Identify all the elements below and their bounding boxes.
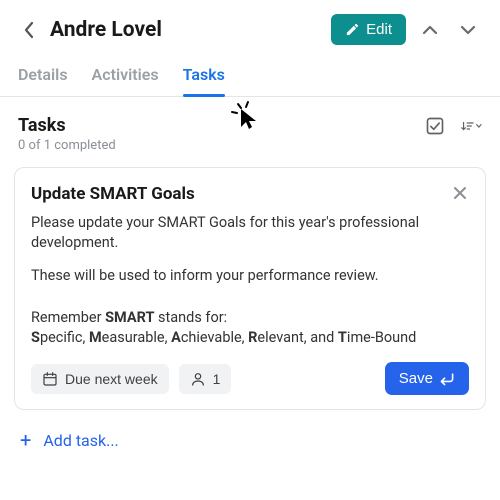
chevron-down-icon [460, 24, 476, 36]
prev-record-button[interactable] [416, 16, 444, 44]
calendar-icon [42, 371, 58, 387]
task-card: Update SMART Goals Please update your SM… [14, 167, 486, 410]
section-title: Tasks [18, 115, 424, 136]
section-subtitle: 0 of 1 completed [18, 138, 424, 153]
task-paragraph: These will be used to inform your perfor… [31, 266, 469, 286]
assignee-count: 1 [213, 371, 221, 387]
task-title: Update SMART Goals [31, 184, 451, 204]
edit-button[interactable]: Edit [331, 14, 406, 45]
plus-icon: + [20, 428, 31, 452]
tab-bar: Details Activities Tasks [0, 55, 500, 97]
close-icon [453, 186, 467, 200]
sort-icon [460, 118, 474, 134]
tab-activities[interactable]: Activities [92, 65, 159, 96]
back-button[interactable] [18, 19, 40, 41]
task-paragraph: Please update your SMART Goals for this … [31, 213, 469, 254]
edit-button-label: Edit [366, 21, 392, 38]
save-button-label: Save [399, 370, 433, 387]
toggle-completed-button[interactable] [424, 115, 446, 137]
next-record-button[interactable] [454, 16, 482, 44]
tab-tasks[interactable]: Tasks [183, 65, 225, 96]
add-task-button[interactable]: + Add task... [0, 410, 500, 470]
sort-button[interactable] [460, 115, 482, 137]
enter-icon [439, 372, 455, 386]
checkbox-icon [425, 116, 445, 136]
tab-details[interactable]: Details [18, 65, 68, 96]
caret-down-icon [476, 123, 482, 129]
save-button[interactable]: Save [385, 362, 469, 395]
assignee-chip[interactable]: 1 [179, 364, 232, 394]
chevron-left-icon [23, 21, 35, 39]
add-task-label: Add task... [43, 431, 118, 450]
chevron-up-icon [422, 24, 438, 36]
task-paragraph: Remember SMART stands for: Specific, Mea… [31, 308, 469, 349]
due-date-label: Due next week [65, 371, 158, 387]
page-title: Andre Lovel [50, 18, 321, 42]
task-description: Please update your SMART Goals for this … [31, 213, 469, 348]
pencil-icon [345, 22, 360, 37]
person-icon [190, 371, 206, 387]
due-date-chip[interactable]: Due next week [31, 364, 169, 394]
close-task-button[interactable] [451, 184, 469, 205]
